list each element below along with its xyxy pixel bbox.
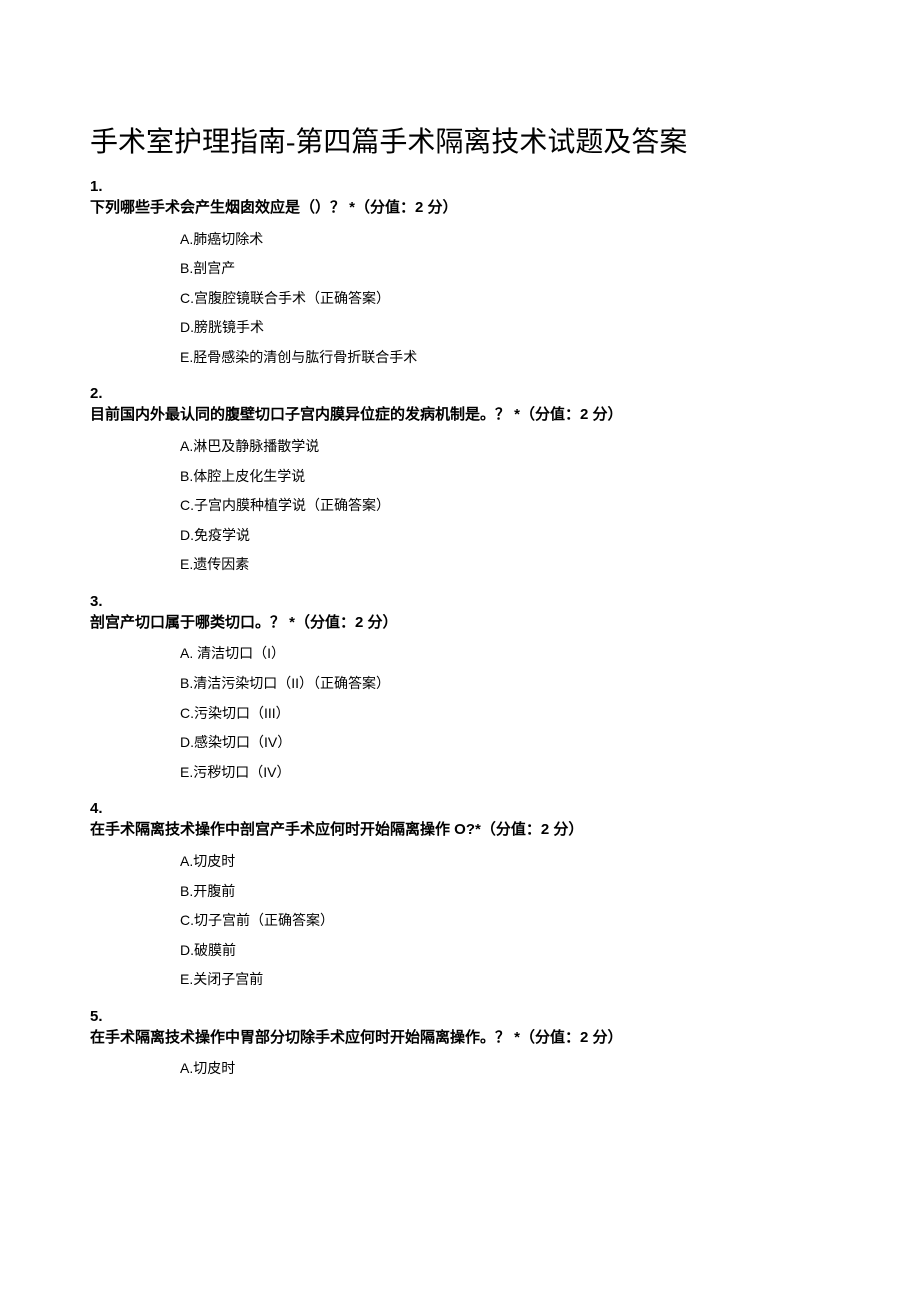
option: A. 清洁切口（I）: [180, 644, 830, 664]
option: C.切子宫前（正确答案）: [180, 911, 830, 931]
option: E.胫骨感染的清创与肱行骨折联合手术: [180, 348, 830, 368]
question-text: 下列哪些手术会产生烟囱效应是（）？ *（分值：2 分）: [90, 197, 830, 220]
question-number: 5.: [90, 1008, 830, 1025]
question-text: 剖宫产切口属于哪类切口。？ *（分值：2 分）: [90, 612, 830, 635]
question-text: 在手术隔离技术操作中剖宫产手术应何时开始隔离操作 O?*（分值：2 分）: [90, 819, 830, 842]
option: E.关闭子宫前: [180, 970, 830, 990]
question-text: 目前国内外最认同的腹壁切口子宫内膜异位症的发病机制是。？ *（分值：2 分）: [90, 404, 830, 427]
question-block: 1. 下列哪些手术会产生烟囱效应是（）？ *（分值：2 分） A.肺癌切除术 B…: [90, 178, 830, 367]
question-block: 3. 剖宫产切口属于哪类切口。？ *（分值：2 分） A. 清洁切口（I） B.…: [90, 593, 830, 782]
question-block: 4. 在手术隔离技术操作中剖宫产手术应何时开始隔离操作 O?*（分值：2 分） …: [90, 800, 830, 989]
option: C.宫腹腔镜联合手术（正确答案）: [180, 289, 830, 309]
question-number: 3.: [90, 593, 830, 610]
option: C.污染切口（III）: [180, 704, 830, 724]
question-number: 4.: [90, 800, 830, 817]
option: A.肺癌切除术: [180, 230, 830, 250]
question-text: 在手术隔离技术操作中胃部分切除手术应何时开始隔离操作。？ *（分值：2 分）: [90, 1027, 830, 1050]
options-list: A.切皮时 B.开腹前 C.切子宫前（正确答案） D.破膜前 E.关闭子宫前: [180, 852, 830, 990]
option: D.膀胱镜手术: [180, 318, 830, 338]
question-number: 1.: [90, 178, 830, 195]
option: E.遗传因素: [180, 555, 830, 575]
options-list: A.切皮时: [180, 1059, 830, 1079]
option: B.开腹前: [180, 882, 830, 902]
option: A.切皮时: [180, 852, 830, 872]
options-list: A.肺癌切除术 B.剖宫产 C.宫腹腔镜联合手术（正确答案） D.膀胱镜手术 E…: [180, 230, 830, 368]
question-number: 2.: [90, 385, 830, 402]
option: E.污秽切口（IV）: [180, 763, 830, 783]
option: B.体腔上皮化生学说: [180, 467, 830, 487]
options-list: A. 清洁切口（I） B.清洁污染切口（II）（正确答案） C.污染切口（III…: [180, 644, 830, 782]
option: A.淋巴及静脉播散学说: [180, 437, 830, 457]
option: D.免疫学说: [180, 526, 830, 546]
option: C.子宫内膜种植学说（正确答案）: [180, 496, 830, 516]
option: D.破膜前: [180, 941, 830, 961]
option: D.感染切口（IV）: [180, 733, 830, 753]
options-list: A.淋巴及静脉播散学说 B.体腔上皮化生学说 C.子宫内膜种植学说（正确答案） …: [180, 437, 830, 575]
option: B.清洁污染切口（II）（正确答案）: [180, 674, 830, 694]
question-block: 2. 目前国内外最认同的腹壁切口子宫内膜异位症的发病机制是。？ *（分值：2 分…: [90, 385, 830, 574]
question-block: 5. 在手术隔离技术操作中胃部分切除手术应何时开始隔离操作。？ *（分值：2 分…: [90, 1008, 830, 1079]
page-title: 手术室护理指南-第四篇手术隔离技术试题及答案: [90, 120, 830, 160]
option: B.剖宫产: [180, 259, 830, 279]
option: A.切皮时: [180, 1059, 830, 1079]
